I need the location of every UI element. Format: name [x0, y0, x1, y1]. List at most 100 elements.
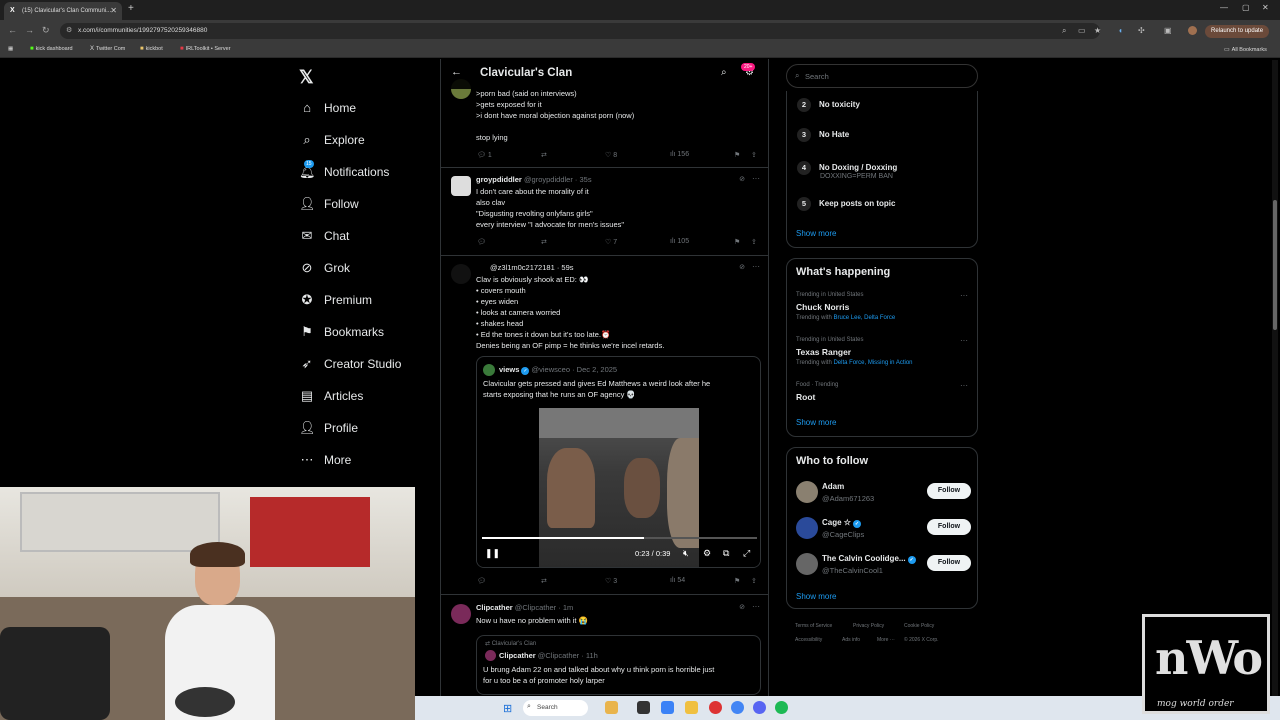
- bookmark-icon[interactable]: ⚑: [734, 238, 740, 246]
- maximize-icon[interactable]: ▢: [1242, 3, 1250, 12]
- more-options-icon[interactable]: ···: [960, 336, 968, 345]
- avatar[interactable]: [451, 264, 471, 284]
- bookmark-kickbot[interactable]: ■ kickbot: [140, 46, 163, 52]
- video-progress-bar[interactable]: [482, 537, 757, 539]
- footer-link[interactable]: Privacy Policy: [853, 623, 884, 629]
- author-name[interactable]: Clipcather: [499, 651, 536, 660]
- views-button[interactable]: ılı 156: [670, 151, 689, 158]
- avatar[interactable]: [796, 517, 818, 539]
- share-icon[interactable]: ⇪: [751, 151, 757, 159]
- views-button[interactable]: ılı 54: [670, 577, 685, 584]
- extension-icon[interactable]: ◖: [1118, 26, 1123, 35]
- repost-icon[interactable]: ⇄: [541, 151, 547, 159]
- avatar[interactable]: [796, 553, 818, 575]
- more-options-icon[interactable]: ···: [960, 381, 968, 390]
- video-player[interactable]: ❚❚ 0:23 / 0:39 🔇︎ ⚙ ⧉ ⤢: [477, 408, 760, 567]
- back-arrow-icon[interactable]: ←: [451, 66, 462, 78]
- show-more-link[interactable]: Show more: [796, 592, 836, 601]
- share-icon[interactable]: ⇪: [751, 238, 757, 246]
- close-tab-icon[interactable]: ✕: [110, 6, 117, 15]
- extensions-puzzle-icon[interactable]: ✣: [1138, 26, 1145, 35]
- spotify-icon[interactable]: [775, 701, 788, 714]
- scrollbar-thumb[interactable]: [1273, 200, 1277, 330]
- mute-icon[interactable]: 🔇︎: [683, 548, 689, 559]
- trend-name[interactable]: Root: [796, 392, 815, 402]
- x-logo-icon[interactable]: 𝕏: [299, 67, 314, 88]
- bookmark-icon[interactable]: ⚑: [734, 151, 740, 159]
- quoted-tweet[interactable]: ⇄ Clavicular's Clan Clipcather @Clipcath…: [476, 635, 761, 695]
- bookmark-kick-dashboard[interactable]: ■ kick dashboard: [30, 46, 73, 52]
- nav-profile[interactable]: 👤︎ Profile: [299, 420, 358, 444]
- bookmark-icon[interactable]: ⚑: [734, 577, 740, 585]
- bookmark-twitter-com[interactable]: X Twitter Com: [90, 46, 125, 52]
- repost-icon[interactable]: ⇄: [541, 577, 547, 585]
- author-handle[interactable]: @Clipcather · 1m: [515, 603, 573, 612]
- reply-button[interactable]: 💬︎ 1: [477, 151, 492, 159]
- grok-icon[interactable]: ⊘: [739, 175, 745, 183]
- nav-more[interactable]: ⋯ More: [299, 452, 352, 476]
- tweet[interactable]: groypdiddler @groypdiddler · 35s ⊘ ··· I…: [441, 168, 768, 256]
- scrollbar[interactable]: [1272, 60, 1278, 696]
- cast-icon[interactable]: ▭: [1078, 26, 1086, 35]
- footer-link[interactable]: Terms of Service: [795, 623, 832, 629]
- footer-link[interactable]: Ads info: [842, 637, 860, 643]
- nav-chat[interactable]: ✉ Chat: [299, 228, 350, 252]
- footer-link[interactable]: Accessibility: [795, 637, 822, 643]
- zoom-icon[interactable]: ⌕: [1062, 26, 1066, 36]
- like-button[interactable]: ♡ 3: [605, 577, 617, 585]
- bookmark-star-icon[interactable]: ★: [1094, 26, 1101, 35]
- author-handle[interactable]: @z3l1m0c2172181 · 59s: [490, 263, 574, 272]
- windows-start-icon[interactable]: ⊞: [503, 702, 512, 715]
- trend-name[interactable]: Chuck Norris: [796, 302, 849, 312]
- reload-icon[interactable]: ↻: [42, 25, 50, 36]
- user-name[interactable]: The Calvin Coolidge... ✓: [822, 554, 916, 564]
- author-handle[interactable]: @groypdiddler · 35s: [524, 175, 592, 184]
- author-handle[interactable]: @Clipcather · 11h: [538, 651, 598, 660]
- minimize-icon[interactable]: —: [1220, 3, 1228, 12]
- show-more-link[interactable]: Show more: [796, 229, 836, 238]
- chrome-icon[interactable]: [731, 701, 744, 714]
- follow-button[interactable]: Follow: [927, 483, 971, 499]
- trend-name[interactable]: Texas Ranger: [796, 347, 851, 357]
- footer-link[interactable]: Cookie Policy: [904, 623, 934, 629]
- nav-bookmarks[interactable]: ⚑ Bookmarks: [299, 324, 384, 348]
- author-handle[interactable]: @viewsceo · Dec 2, 2025: [532, 365, 618, 374]
- nav-articles[interactable]: ▤ Articles: [299, 388, 364, 412]
- reply-icon[interactable]: 💬︎: [477, 577, 486, 585]
- video-settings-icon[interactable]: ⚙: [703, 548, 711, 559]
- pause-icon[interactable]: ❚❚: [485, 548, 500, 559]
- widgets-icon[interactable]: [605, 701, 618, 714]
- like-button[interactable]: ♡ 8: [605, 151, 617, 159]
- back-icon[interactable]: ←: [8, 25, 17, 35]
- share-icon[interactable]: ⇪: [751, 577, 757, 585]
- search-input[interactable]: ⌕ Search: [786, 64, 978, 88]
- nav-premium[interactable]: ✪ Premium: [299, 292, 372, 316]
- app-icon[interactable]: [661, 701, 674, 714]
- nav-home[interactable]: ⌂ Home: [299, 100, 356, 124]
- video-frame[interactable]: [539, 408, 699, 567]
- user-name[interactable]: Cage ☆ ✓: [822, 518, 861, 528]
- nav-follow[interactable]: 👤︎ Follow: [299, 196, 359, 220]
- nav-grok[interactable]: ⊘ Grok: [299, 260, 350, 284]
- avatar[interactable]: [485, 650, 496, 661]
- grok-icon[interactable]: ⊘: [739, 263, 745, 271]
- pip-icon[interactable]: ⧉: [723, 548, 729, 559]
- forward-icon[interactable]: →: [25, 25, 34, 35]
- fullscreen-icon[interactable]: ⤢: [743, 548, 750, 559]
- author-name[interactable]: views: [499, 365, 519, 374]
- close-window-icon[interactable]: ✕: [1262, 3, 1269, 12]
- more-options-icon[interactable]: ···: [752, 602, 760, 611]
- task-view-icon[interactable]: [637, 701, 650, 714]
- follow-button[interactable]: Follow: [927, 519, 971, 535]
- avatar[interactable]: [451, 176, 471, 196]
- url-field[interactable]: ⚙ x.com/i/communities/199279752025934688…: [60, 23, 1100, 39]
- file-explorer-icon[interactable]: [685, 701, 698, 714]
- site-info-icon[interactable]: ⚙: [66, 26, 72, 34]
- avatar[interactable]: [483, 364, 495, 376]
- nav-notifications[interactable]: 🔔︎ 15 Notifications: [299, 160, 389, 188]
- relaunch-button[interactable]: Relaunch to update: [1205, 25, 1269, 38]
- new-tab-icon[interactable]: +: [128, 3, 134, 14]
- avatar[interactable]: [796, 481, 818, 503]
- like-button[interactable]: ♡ 7: [605, 238, 617, 246]
- views-button[interactable]: ılı 105: [670, 238, 689, 245]
